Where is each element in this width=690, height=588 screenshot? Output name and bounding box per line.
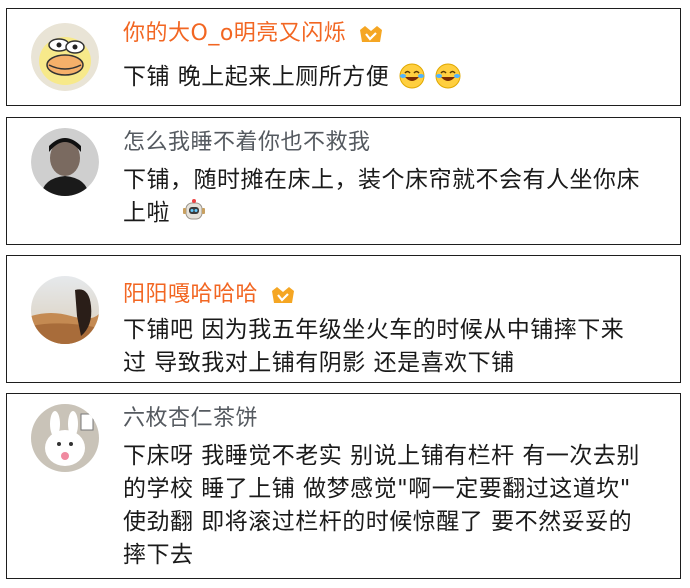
avatar[interactable] (31, 276, 99, 344)
person-photo-avatar-icon (31, 128, 99, 196)
comment-line: 过 导致我对上铺有阴影 还是喜欢下铺 (123, 350, 515, 376)
avatar[interactable] (31, 23, 99, 91)
avatar[interactable] (31, 404, 99, 472)
comment-line: 使劲翻 即将滚过栏杆的时候惊醒了 要不然妥妥的 (123, 509, 633, 535)
comment-card-4: 六枚杏仁茶饼 下床呀 我睡觉不老实 别说上铺有栏杆 有一次去别 的学校 睡了上铺… (6, 393, 681, 579)
laugh-cry-emoji-icon (399, 63, 425, 89)
comment-card-1: 你的大O_o明亮又闪烁 下铺 晚上起来上厕所方便 (6, 8, 681, 106)
username[interactable]: 六枚杏仁茶饼 (123, 402, 258, 436)
avatar[interactable] (31, 128, 99, 196)
comment-line: 上啦 (123, 197, 668, 230)
comment-text: 下铺吧 因为我五年级坐火车的时候从中铺摔下来 过 导致我对上铺有阴影 还是喜欢下… (123, 314, 668, 380)
comment-line: 摔下去 (123, 542, 194, 568)
comment-line: 下铺 晚上起来上厕所方便 (123, 61, 668, 94)
desert-photo-avatar-icon (31, 276, 99, 344)
comment-text: 下铺 晚上起来上厕所方便 (123, 61, 668, 94)
username[interactable]: 阳阳嘎哈哈哈 (123, 278, 296, 312)
comment-line: 的学校 睡了上铺 做梦感觉"啊一定要翻过这道坎" (123, 476, 631, 502)
rabbit-photo-avatar-icon (31, 404, 99, 472)
vip-crown-icon (271, 287, 294, 303)
comment-line: 下铺吧 因为我五年级坐火车的时候从中铺摔下来 (123, 317, 625, 343)
username[interactable]: 怎么我睡不着你也不救我 (123, 126, 371, 160)
comment-text: 下床呀 我睡觉不老实 别说上铺有栏杆 有一次去别 的学校 睡了上铺 做梦感觉"啊… (123, 440, 668, 572)
comment-text: 下铺，随时摊在床上，装个床帘就不会有人坐你床 上啦 (123, 164, 668, 230)
laugh-cry-emoji-icon (435, 63, 461, 89)
comment-card-3: 阳阳嘎哈哈哈 下铺吧 因为我五年级坐火车的时候从中铺摔下来 过 导致我对上铺有阴… (6, 255, 681, 383)
vip-crown-icon (359, 26, 382, 42)
comment-line: 下床呀 我睡觉不老实 别说上铺有栏杆 有一次去别 (123, 443, 640, 469)
username[interactable]: 你的大O_o明亮又闪烁 (123, 17, 384, 51)
robot-emoji-icon (182, 199, 205, 220)
duck-avatar-icon (31, 23, 99, 91)
comment-card-2: 怎么我睡不着你也不救我 下铺，随时摊在床上，装个床帘就不会有人坐你床 上啦 (6, 117, 681, 313)
comment-line: 下铺，随时摊在床上，装个床帘就不会有人坐你床 (123, 167, 640, 193)
